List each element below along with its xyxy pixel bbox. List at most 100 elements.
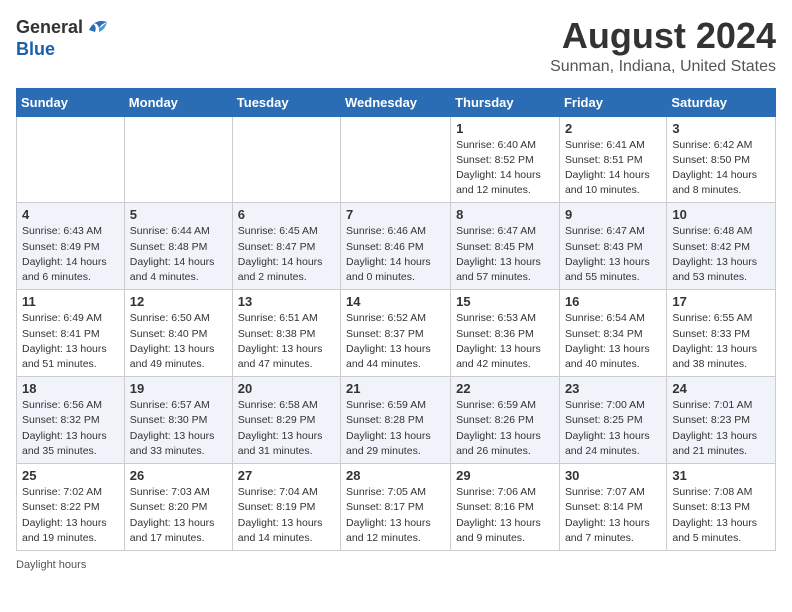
calendar-day-header: Thursday [451,88,560,116]
day-info: Sunrise: 6:59 AM Sunset: 8:26 PM Dayligh… [456,398,554,459]
subtitle: Sunman, Indiana, United States [550,58,776,76]
logo-bird-icon [87,16,109,36]
calendar-cell: 7Sunrise: 6:46 AM Sunset: 8:46 PM Daylig… [341,203,451,290]
day-info: Sunrise: 6:52 AM Sunset: 8:37 PM Dayligh… [346,311,445,372]
day-info: Sunrise: 6:42 AM Sunset: 8:50 PM Dayligh… [672,138,770,199]
day-number: 18 [22,381,119,396]
calendar-cell: 1Sunrise: 6:40 AM Sunset: 8:52 PM Daylig… [451,116,560,203]
calendar-cell: 3 Sunrise: 6:42 AM Sunset: 8:50 PM Daylig… [667,116,776,203]
calendar-cell: 31 Sunrise: 7:08 AM Sunset: 8:13 PM Dayli… [667,464,776,551]
day-number: 2 [565,121,661,136]
day-number: 6 [238,207,335,222]
calendar-day-header: Monday [124,88,232,116]
main-title: August 2024 [550,16,776,56]
calendar-cell: 19Sunrise: 6:57 AM Sunset: 8:30 PM Dayli… [124,377,232,464]
day-number: 23 [565,381,661,396]
day-info: Sunrise: 6:47 AM Sunset: 8:45 PM Dayligh… [456,224,554,285]
day-info: Sunrise: 7:07 AM Sunset: 8:14 PM Dayligh… [565,485,661,546]
daylight-label: Daylight hours [16,559,86,571]
day-number: 31 [672,468,770,483]
day-info: Sunrise: 7:04 AM Sunset: 8:19 PM Dayligh… [238,485,335,546]
calendar-cell [232,116,340,203]
day-number: 25 [22,468,119,483]
logo: General Blue [16,16,109,60]
day-number: 3 [672,121,770,136]
day-number: 21 [346,381,445,396]
day-number: 26 [130,468,227,483]
day-number: 11 [22,294,119,309]
day-info: Sunrise: 6:47 AM Sunset: 8:43 PM Dayligh… [565,224,661,285]
day-info: Sunrise: 6:45 AM Sunset: 8:47 PM Dayligh… [238,224,335,285]
day-info: Sunrise: 7:03 AM Sunset: 8:20 PM Dayligh… [130,485,227,546]
day-info: Sunrise: 6:51 AM Sunset: 8:38 PM Dayligh… [238,311,335,372]
calendar-cell [17,116,125,203]
calendar-day-header: Wednesday [341,88,451,116]
day-number: 17 [672,294,770,309]
day-number: 29 [456,468,554,483]
calendar-cell: 28Sunrise: 7:05 AM Sunset: 8:17 PM Dayli… [341,464,451,551]
day-number: 12 [130,294,227,309]
day-number: 15 [456,294,554,309]
calendar-cell: 29Sunrise: 7:06 AM Sunset: 8:16 PM Dayli… [451,464,560,551]
calendar-cell: 4 Sunrise: 6:43 AM Sunset: 8:49 PM Daylig… [17,203,125,290]
calendar-cell: 20 Sunrise: 6:58 AM Sunset: 8:29 PM Dayli… [232,377,340,464]
calendar-cell: 2 Sunrise: 6:41 AM Sunset: 8:51 PM Daylig… [559,116,666,203]
calendar-cell: 17 Sunrise: 6:55 AM Sunset: 8:33 PM Dayli… [667,290,776,377]
title-area: August 2024 Sunman, Indiana, United Stat… [550,16,776,76]
calendar-week-row: 25 Sunrise: 7:02 AM Sunset: 8:22 PM Dayli… [17,464,776,551]
day-info: Sunrise: 6:46 AM Sunset: 8:46 PM Dayligh… [346,224,445,285]
day-number: 22 [456,381,554,396]
calendar-week-row: 11 Sunrise: 6:49 AM Sunset: 8:41 PM Dayli… [17,290,776,377]
calendar-week-row: 4 Sunrise: 6:43 AM Sunset: 8:49 PM Daylig… [17,203,776,290]
day-number: 14 [346,294,445,309]
calendar-week-row: 1Sunrise: 6:40 AM Sunset: 8:52 PM Daylig… [17,116,776,203]
day-info: Sunrise: 6:41 AM Sunset: 8:51 PM Dayligh… [565,138,661,199]
calendar-cell: 30Sunrise: 7:07 AM Sunset: 8:14 PM Dayli… [559,464,666,551]
day-number: 16 [565,294,661,309]
calendar-day-header: Sunday [17,88,125,116]
calendar-table: SundayMondayTuesdayWednesdayThursdayFrid… [16,88,776,551]
calendar-cell: 21Sunrise: 6:59 AM Sunset: 8:28 PM Dayli… [341,377,451,464]
day-info: Sunrise: 6:43 AM Sunset: 8:49 PM Dayligh… [22,224,119,285]
calendar-cell: 25 Sunrise: 7:02 AM Sunset: 8:22 PM Dayli… [17,464,125,551]
calendar-cell: 6 Sunrise: 6:45 AM Sunset: 8:47 PM Daylig… [232,203,340,290]
day-number: 13 [238,294,335,309]
day-info: Sunrise: 6:40 AM Sunset: 8:52 PM Dayligh… [456,138,554,199]
calendar-cell: 18 Sunrise: 6:56 AM Sunset: 8:32 PM Dayli… [17,377,125,464]
day-info: Sunrise: 6:44 AM Sunset: 8:48 PM Dayligh… [130,224,227,285]
calendar-cell: 24Sunrise: 7:01 AM Sunset: 8:23 PM Dayli… [667,377,776,464]
calendar-header-row: SundayMondayTuesdayWednesdayThursdayFrid… [17,88,776,116]
calendar-week-row: 18 Sunrise: 6:56 AM Sunset: 8:32 PM Dayli… [17,377,776,464]
day-number: 20 [238,381,335,396]
calendar-cell [124,116,232,203]
calendar-cell: 5 Sunrise: 6:44 AM Sunset: 8:48 PM Daylig… [124,203,232,290]
day-info: Sunrise: 6:53 AM Sunset: 8:36 PM Dayligh… [456,311,554,372]
footer: Daylight hours [16,559,776,571]
day-info: Sunrise: 6:58 AM Sunset: 8:29 PM Dayligh… [238,398,335,459]
day-info: Sunrise: 6:48 AM Sunset: 8:42 PM Dayligh… [672,224,770,285]
day-info: Sunrise: 6:56 AM Sunset: 8:32 PM Dayligh… [22,398,119,459]
day-info: Sunrise: 7:02 AM Sunset: 8:22 PM Dayligh… [22,485,119,546]
day-number: 10 [672,207,770,222]
day-number: 8 [456,207,554,222]
day-number: 4 [22,207,119,222]
calendar-cell [341,116,451,203]
calendar-cell: 11 Sunrise: 6:49 AM Sunset: 8:41 PM Dayli… [17,290,125,377]
day-info: Sunrise: 6:50 AM Sunset: 8:40 PM Dayligh… [130,311,227,372]
calendar-cell: 26 Sunrise: 7:03 AM Sunset: 8:20 PM Dayli… [124,464,232,551]
calendar-day-header: Tuesday [232,88,340,116]
day-info: Sunrise: 6:49 AM Sunset: 8:41 PM Dayligh… [22,311,119,372]
calendar-day-header: Friday [559,88,666,116]
calendar-cell: 27Sunrise: 7:04 AM Sunset: 8:19 PM Dayli… [232,464,340,551]
day-info: Sunrise: 6:55 AM Sunset: 8:33 PM Dayligh… [672,311,770,372]
calendar-cell: 14 Sunrise: 6:52 AM Sunset: 8:37 PM Dayli… [341,290,451,377]
day-number: 5 [130,207,227,222]
logo-general-text: General [16,18,83,38]
calendar-cell: 23 Sunrise: 7:00 AM Sunset: 8:25 PM Dayli… [559,377,666,464]
day-info: Sunrise: 7:01 AM Sunset: 8:23 PM Dayligh… [672,398,770,459]
logo-blue-text: Blue [16,40,109,60]
day-info: Sunrise: 7:00 AM Sunset: 8:25 PM Dayligh… [565,398,661,459]
day-info: Sunrise: 7:08 AM Sunset: 8:13 PM Dayligh… [672,485,770,546]
calendar-cell: 9Sunrise: 6:47 AM Sunset: 8:43 PM Daylig… [559,203,666,290]
calendar-cell: 22 Sunrise: 6:59 AM Sunset: 8:26 PM Dayli… [451,377,560,464]
